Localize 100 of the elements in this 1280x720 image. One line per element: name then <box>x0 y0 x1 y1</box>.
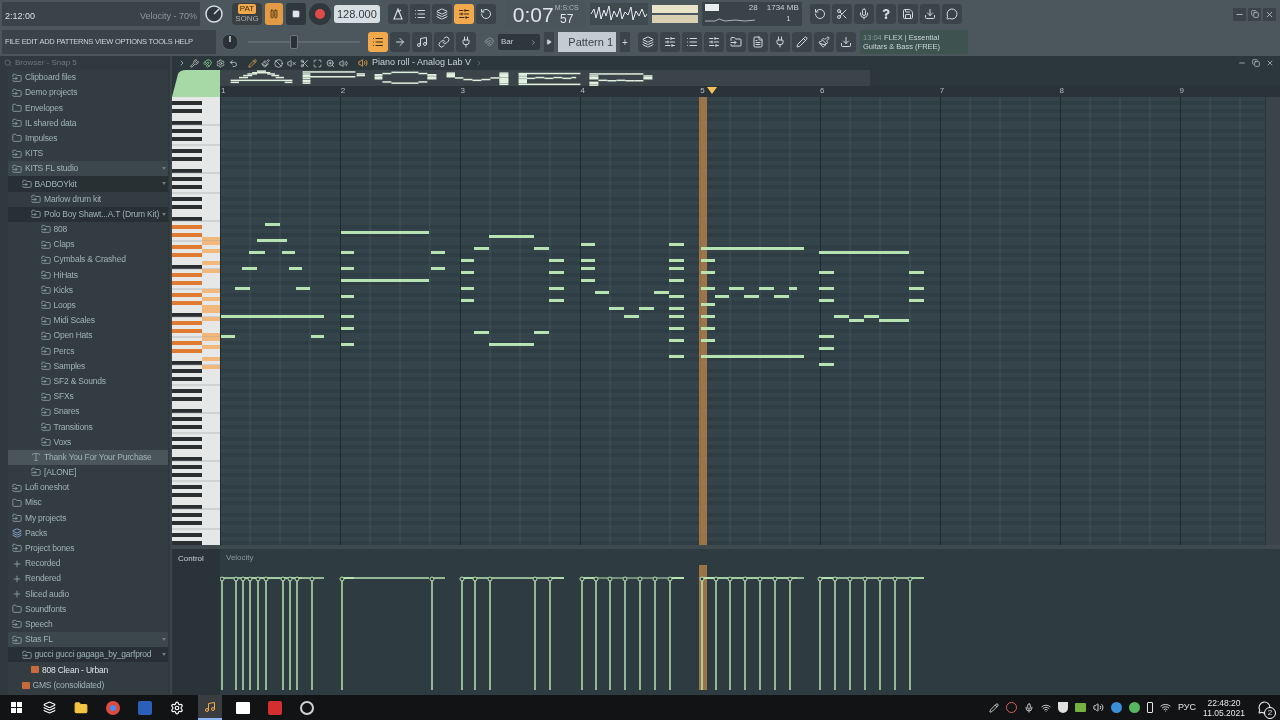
help-button[interactable] <box>875 4 896 24</box>
network-icon[interactable] <box>1041 702 1052 713</box>
browser-item[interactable]: Speech <box>8 616 168 632</box>
playback-icon[interactable] <box>339 58 348 68</box>
restore-button[interactable] <box>1248 7 1261 21</box>
main-pitch-knob[interactable] <box>220 32 240 52</box>
browser-item[interactable]: Claps <box>8 237 168 253</box>
daw-app-icon[interactable] <box>198 695 222 720</box>
document-app-icon[interactable] <box>138 700 152 715</box>
select-icon[interactable] <box>313 58 322 68</box>
pattern-menu-button[interactable] <box>544 32 554 52</box>
touch-button[interactable] <box>792 32 812 52</box>
browser-button[interactable] <box>726 32 746 52</box>
browser-item[interactable]: Soundfonts <box>8 601 168 617</box>
save-button[interactable] <box>897 4 918 24</box>
clock-time[interactable]: 22:48:20 <box>1207 697 1241 708</box>
browser-item[interactable]: Cymbals & Crashed <box>8 252 168 268</box>
browser-item[interactable]: IL shared data <box>8 115 168 131</box>
zoom-icon[interactable] <box>326 58 335 68</box>
restore-icon[interactable] <box>1252 59 1260 67</box>
browser-item[interactable]: Transitions <box>8 419 168 435</box>
brush-icon[interactable] <box>261 58 270 68</box>
channel-rack-button[interactable] <box>682 32 702 52</box>
piano-keyboard-drawing[interactable] <box>172 97 220 545</box>
delete-icon[interactable] <box>274 58 283 68</box>
browser-item[interactable]: Open Hats <box>8 328 168 344</box>
clock-date[interactable]: 11.05.2021 <box>1203 707 1245 718</box>
browser-item[interactable]: gucci gucci gagaga_by_garfprod <box>8 647 168 663</box>
project-button[interactable] <box>748 32 768 52</box>
playlist-button[interactable] <box>638 32 658 52</box>
minimize-button[interactable] <box>1233 7 1246 21</box>
browser-item[interactable]: 808 Clean - Urban <box>8 662 168 678</box>
browser-item[interactable]: 808 <box>8 221 168 238</box>
timeline-ruler[interactable]: 1 2 3 4 5 6 7 8 9 <box>220 86 1280 97</box>
browser-item[interactable]: Percs <box>8 343 168 359</box>
wifi-icon[interactable] <box>1160 702 1172 713</box>
add-pattern-button[interactable]: + <box>620 32 630 52</box>
close-icon[interactable] <box>1266 59 1274 67</box>
file-explorer-icon[interactable] <box>74 700 88 715</box>
close-button[interactable] <box>1263 7 1276 21</box>
browser-item[interactable]: Kicks <box>8 282 168 298</box>
browser-item[interactable]: Sliced audio <box>8 586 168 602</box>
browser-item[interactable]: BADBOYkit <box>8 176 168 192</box>
shield-icon[interactable] <box>1058 702 1069 713</box>
arrow-right-button[interactable] <box>390 32 410 52</box>
browser-item[interactable]: Project bones <box>8 540 168 556</box>
record-audio-button[interactable] <box>853 4 874 24</box>
cut-button[interactable] <box>831 4 852 24</box>
piano-roll-button[interactable] <box>660 32 680 52</box>
metronome-button[interactable] <box>387 4 408 24</box>
undo-icon[interactable] <box>229 58 238 68</box>
browser-item[interactable]: GMS (consolidated) <box>8 677 168 693</box>
input-language[interactable]: РУС <box>1178 700 1197 715</box>
loop-record-button[interactable] <box>475 4 496 24</box>
browser-item[interactable]: Demo projects <box>8 85 168 101</box>
main-volume-knob[interactable] <box>204 4 224 24</box>
mixer-button[interactable] <box>704 32 724 52</box>
control-label[interactable]: Control <box>178 553 204 565</box>
volume-icon[interactable] <box>1093 702 1105 713</box>
snap-dropdown[interactable]: Bar <box>498 34 540 50</box>
browser-item[interactable]: Rendered <box>8 571 168 587</box>
stop-button[interactable] <box>286 3 306 25</box>
microphone-icon[interactable] <box>1024 702 1035 713</box>
browser-item[interactable]: KITS FL studio <box>8 161 168 177</box>
browser-item[interactable]: Stas FL <box>8 631 168 648</box>
plugin-button[interactable] <box>770 32 790 52</box>
magnet-icon[interactable] <box>203 58 212 68</box>
record-mode-button[interactable] <box>409 4 430 24</box>
browser-item[interactable]: Clipboard files <box>8 70 168 86</box>
typing-keyboard-button[interactable] <box>368 32 388 52</box>
browser-item[interactable]: Recorded <box>8 556 168 572</box>
browser-item[interactable]: Envelopes <box>8 100 168 116</box>
browser-item[interactable]: My projects <box>8 510 168 526</box>
usb-icon[interactable] <box>1147 702 1154 713</box>
task-view-icon[interactable] <box>43 701 56 714</box>
browser-app-icon[interactable] <box>106 700 120 715</box>
browser-item[interactable]: Snares <box>8 404 168 420</box>
browser-item[interactable]: Samples <box>8 358 168 374</box>
pdf-app-icon[interactable] <box>268 700 282 715</box>
browser-item[interactable]: Misc <box>8 495 168 511</box>
chat-button[interactable] <box>941 4 962 24</box>
notification-button[interactable]: 2 <box>1256 699 1272 716</box>
media-app-icon[interactable] <box>300 700 314 715</box>
pen-icon[interactable] <box>989 702 1000 713</box>
pattern-selector[interactable]: Pattern 1 <box>558 32 616 52</box>
slider-thumb[interactable] <box>289 35 298 49</box>
browser-item[interactable]: Loops <box>8 297 168 313</box>
step-edit-button[interactable] <box>453 4 474 24</box>
pencil-icon[interactable] <box>248 58 257 68</box>
browser-item[interactable]: HiHats <box>8 267 168 283</box>
undo-history-button[interactable] <box>809 4 830 24</box>
pattern-song-switch[interactable]: PAT SONG <box>232 3 262 25</box>
browser-item[interactable]: Packs <box>8 525 168 541</box>
link-button[interactable] <box>434 32 454 52</box>
tempo-field[interactable]: 128.000 <box>334 5 380 23</box>
browser-item[interactable]: Impulses <box>8 130 168 146</box>
settings-icon[interactable] <box>170 700 184 715</box>
export-button[interactable] <box>919 4 940 24</box>
plugin-picker-button[interactable] <box>814 32 834 52</box>
browser-item[interactable]: SFXs <box>8 388 168 405</box>
